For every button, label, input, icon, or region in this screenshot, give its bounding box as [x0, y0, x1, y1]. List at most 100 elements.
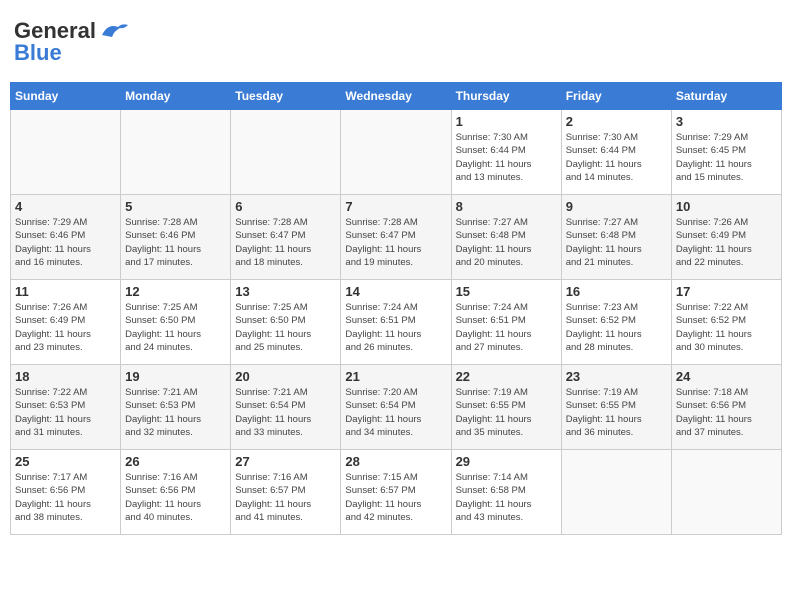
calendar-cell: 16 Sunrise: 7:23 AM Sunset: 6:52 PM Dayli… — [561, 280, 671, 365]
day-number: 17 — [676, 284, 777, 299]
calendar-cell: 19 Sunrise: 7:21 AM Sunset: 6:53 PM Dayli… — [121, 365, 231, 450]
day-number: 24 — [676, 369, 777, 384]
calendar-cell: 26 Sunrise: 7:16 AM Sunset: 6:56 PM Dayli… — [121, 450, 231, 535]
day-number: 22 — [456, 369, 557, 384]
day-info: Sunrise: 7:29 AM Sunset: 6:46 PM Dayligh… — [15, 216, 116, 269]
calendar-cell: 13 Sunrise: 7:25 AM Sunset: 6:50 PM Dayli… — [231, 280, 341, 365]
calendar-cell: 21 Sunrise: 7:20 AM Sunset: 6:54 PM Dayli… — [341, 365, 451, 450]
day-number: 18 — [15, 369, 116, 384]
day-number: 5 — [125, 199, 226, 214]
day-info: Sunrise: 7:26 AM Sunset: 6:49 PM Dayligh… — [15, 301, 116, 354]
day-info: Sunrise: 7:19 AM Sunset: 6:55 PM Dayligh… — [456, 386, 557, 439]
calendar-cell: 24 Sunrise: 7:18 AM Sunset: 6:56 PM Dayli… — [671, 365, 781, 450]
weekday-header: Wednesday — [341, 83, 451, 110]
day-number: 1 — [456, 114, 557, 129]
day-info: Sunrise: 7:22 AM Sunset: 6:53 PM Dayligh… — [15, 386, 116, 439]
logo-blue: Blue — [14, 40, 62, 66]
logo-bird-icon — [98, 21, 130, 41]
calendar-cell: 17 Sunrise: 7:22 AM Sunset: 6:52 PM Dayli… — [671, 280, 781, 365]
day-number: 7 — [345, 199, 446, 214]
calendar-cell: 1 Sunrise: 7:30 AM Sunset: 6:44 PM Daylig… — [451, 110, 561, 195]
calendar-cell: 28 Sunrise: 7:15 AM Sunset: 6:57 PM Dayli… — [341, 450, 451, 535]
day-number: 26 — [125, 454, 226, 469]
day-number: 19 — [125, 369, 226, 384]
day-number: 12 — [125, 284, 226, 299]
day-number: 25 — [15, 454, 116, 469]
day-info: Sunrise: 7:30 AM Sunset: 6:44 PM Dayligh… — [566, 131, 667, 184]
calendar-cell: 2Sunrise: 7:30 AM Sunset: 6:44 PM Daylig… — [561, 110, 671, 195]
day-number: 10 — [676, 199, 777, 214]
day-number: 8 — [456, 199, 557, 214]
day-info: Sunrise: 7:28 AM Sunset: 6:47 PM Dayligh… — [345, 216, 446, 269]
calendar-cell: 14Sunrise: 7:24 AM Sunset: 6:51 PM Dayli… — [341, 280, 451, 365]
day-info: Sunrise: 7:28 AM Sunset: 6:46 PM Dayligh… — [125, 216, 226, 269]
calendar-cell — [341, 110, 451, 195]
day-number: 3 — [676, 114, 777, 129]
calendar-cell: 6 Sunrise: 7:28 AM Sunset: 6:47 PM Daylig… — [231, 195, 341, 280]
day-number: 21 — [345, 369, 446, 384]
day-number: 11 — [15, 284, 116, 299]
day-info: Sunrise: 7:15 AM Sunset: 6:57 PM Dayligh… — [345, 471, 446, 524]
day-info: Sunrise: 7:26 AM Sunset: 6:49 PM Dayligh… — [676, 216, 777, 269]
day-info: Sunrise: 7:28 AM Sunset: 6:47 PM Dayligh… — [235, 216, 336, 269]
day-info: Sunrise: 7:18 AM Sunset: 6:56 PM Dayligh… — [676, 386, 777, 439]
weekday-header: Friday — [561, 83, 671, 110]
page-header: General Blue — [10, 10, 782, 74]
day-number: 13 — [235, 284, 336, 299]
weekday-header: Sunday — [11, 83, 121, 110]
calendar-cell: 20 Sunrise: 7:21 AM Sunset: 6:54 PM Dayli… — [231, 365, 341, 450]
calendar-cell: 9 Sunrise: 7:27 AM Sunset: 6:48 PM Daylig… — [561, 195, 671, 280]
calendar-cell: 7 Sunrise: 7:28 AM Sunset: 6:47 PM Daylig… — [341, 195, 451, 280]
day-number: 4 — [15, 199, 116, 214]
day-info: Sunrise: 7:21 AM Sunset: 6:53 PM Dayligh… — [125, 386, 226, 439]
day-number: 23 — [566, 369, 667, 384]
day-info: Sunrise: 7:30 AM Sunset: 6:44 PM Dayligh… — [456, 131, 557, 184]
day-info: Sunrise: 7:25 AM Sunset: 6:50 PM Dayligh… — [125, 301, 226, 354]
day-number: 20 — [235, 369, 336, 384]
day-info: Sunrise: 7:21 AM Sunset: 6:54 PM Dayligh… — [235, 386, 336, 439]
day-info: Sunrise: 7:20 AM Sunset: 6:54 PM Dayligh… — [345, 386, 446, 439]
day-info: Sunrise: 7:16 AM Sunset: 6:57 PM Dayligh… — [235, 471, 336, 524]
day-number: 28 — [345, 454, 446, 469]
weekday-header: Saturday — [671, 83, 781, 110]
calendar-cell: 27 Sunrise: 7:16 AM Sunset: 6:57 PM Dayli… — [231, 450, 341, 535]
calendar-cell — [671, 450, 781, 535]
calendar-cell: 4 Sunrise: 7:29 AM Sunset: 6:46 PM Daylig… — [11, 195, 121, 280]
day-info: Sunrise: 7:17 AM Sunset: 6:56 PM Dayligh… — [15, 471, 116, 524]
calendar-cell: 12 Sunrise: 7:25 AM Sunset: 6:50 PM Dayli… — [121, 280, 231, 365]
day-number: 6 — [235, 199, 336, 214]
calendar-cell: 25 Sunrise: 7:17 AM Sunset: 6:56 PM Dayli… — [11, 450, 121, 535]
weekday-header: Thursday — [451, 83, 561, 110]
weekday-header: Tuesday — [231, 83, 341, 110]
calendar-cell: 18 Sunrise: 7:22 AM Sunset: 6:53 PM Dayli… — [11, 365, 121, 450]
day-number: 29 — [456, 454, 557, 469]
day-info: Sunrise: 7:24 AM Sunset: 6:51 PM Dayligh… — [456, 301, 557, 354]
day-info: Sunrise: 7:22 AM Sunset: 6:52 PM Dayligh… — [676, 301, 777, 354]
logo: General Blue — [14, 18, 130, 66]
day-number: 16 — [566, 284, 667, 299]
calendar-cell: 29 Sunrise: 7:14 AM Sunset: 6:58 PM Dayli… — [451, 450, 561, 535]
calendar-cell: 3Sunrise: 7:29 AM Sunset: 6:45 PM Daylig… — [671, 110, 781, 195]
calendar-table: SundayMondayTuesdayWednesdayThursdayFrid… — [10, 82, 782, 535]
day-info: Sunrise: 7:23 AM Sunset: 6:52 PM Dayligh… — [566, 301, 667, 354]
day-number: 27 — [235, 454, 336, 469]
day-info: Sunrise: 7:25 AM Sunset: 6:50 PM Dayligh… — [235, 301, 336, 354]
calendar-cell: 10 Sunrise: 7:26 AM Sunset: 6:49 PM Dayli… — [671, 195, 781, 280]
calendar-cell — [231, 110, 341, 195]
day-info: Sunrise: 7:14 AM Sunset: 6:58 PM Dayligh… — [456, 471, 557, 524]
calendar-cell: 22 Sunrise: 7:19 AM Sunset: 6:55 PM Dayli… — [451, 365, 561, 450]
calendar-cell: 5 Sunrise: 7:28 AM Sunset: 6:46 PM Daylig… — [121, 195, 231, 280]
calendar-cell: 8 Sunrise: 7:27 AM Sunset: 6:48 PM Daylig… — [451, 195, 561, 280]
day-info: Sunrise: 7:24 AM Sunset: 6:51 PM Dayligh… — [345, 301, 446, 354]
calendar-cell — [561, 450, 671, 535]
calendar-cell: 11 Sunrise: 7:26 AM Sunset: 6:49 PM Dayli… — [11, 280, 121, 365]
day-info: Sunrise: 7:27 AM Sunset: 6:48 PM Dayligh… — [456, 216, 557, 269]
day-info: Sunrise: 7:16 AM Sunset: 6:56 PM Dayligh… — [125, 471, 226, 524]
day-info: Sunrise: 7:27 AM Sunset: 6:48 PM Dayligh… — [566, 216, 667, 269]
weekday-header: Monday — [121, 83, 231, 110]
day-info: Sunrise: 7:19 AM Sunset: 6:55 PM Dayligh… — [566, 386, 667, 439]
day-number: 15 — [456, 284, 557, 299]
calendar-cell: 15 Sunrise: 7:24 AM Sunset: 6:51 PM Dayli… — [451, 280, 561, 365]
day-number: 9 — [566, 199, 667, 214]
calendar-cell — [121, 110, 231, 195]
